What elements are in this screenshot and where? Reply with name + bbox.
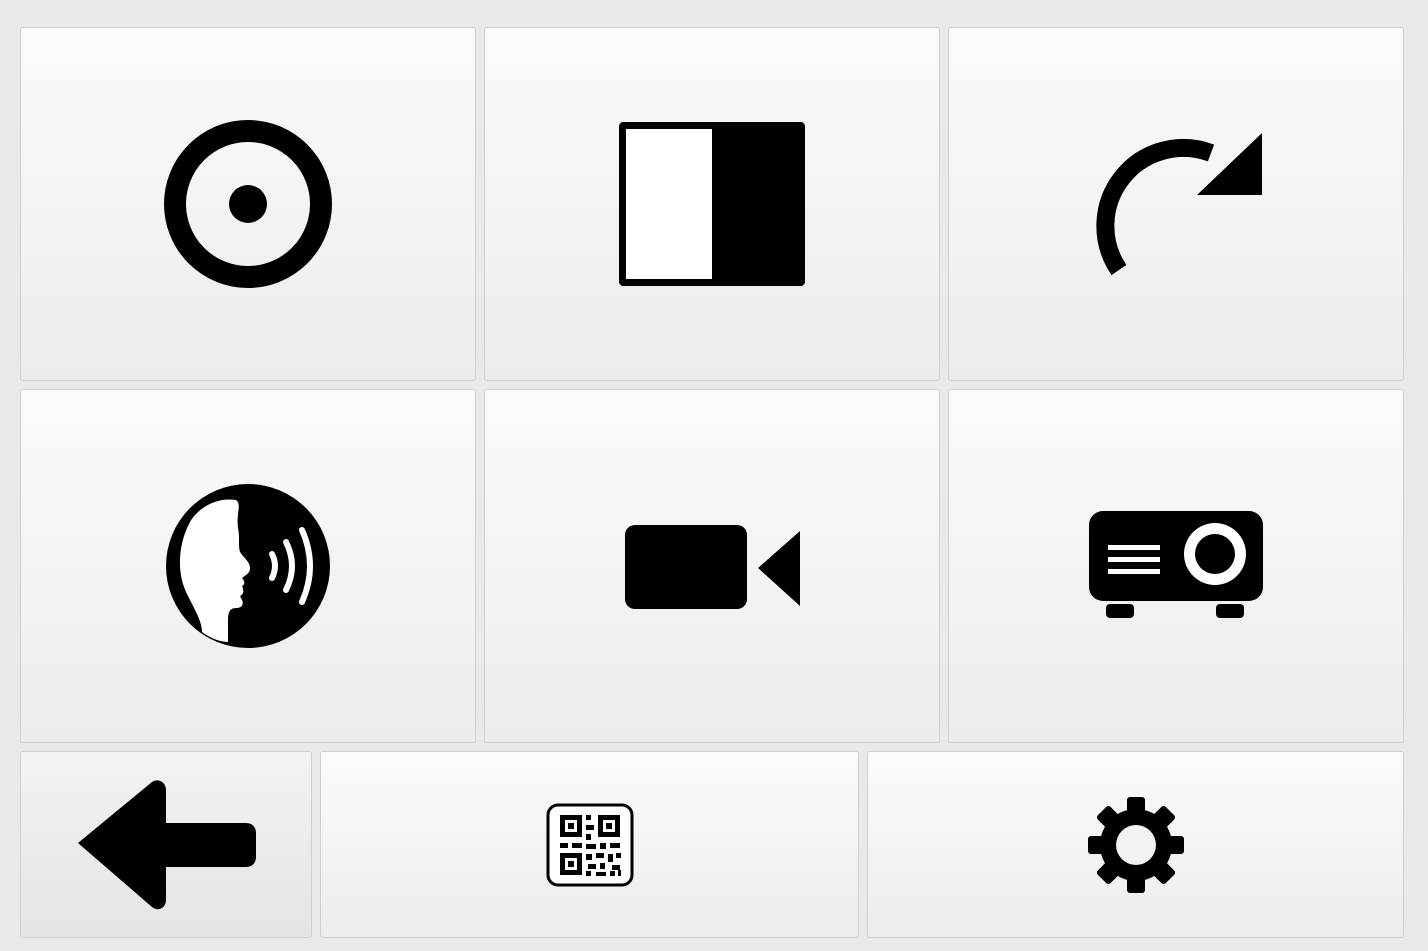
- qr-code-button[interactable]: [320, 751, 859, 938]
- projector-button[interactable]: [948, 389, 1404, 743]
- contrast-icon: [619, 122, 805, 286]
- arrow-left-icon: [78, 779, 256, 909]
- target-button[interactable]: [20, 27, 476, 381]
- qr-code-icon: [546, 803, 633, 886]
- gear-icon: [1087, 796, 1184, 893]
- rotate-button[interactable]: [948, 27, 1404, 381]
- speech-button[interactable]: [20, 389, 476, 743]
- contrast-button[interactable]: [484, 27, 940, 381]
- video-camera-icon: [625, 525, 800, 609]
- settings-button[interactable]: [867, 751, 1404, 938]
- back-button[interactable]: [20, 751, 312, 938]
- projector-icon: [1089, 511, 1263, 618]
- target-icon: [164, 120, 332, 288]
- speak-icon: [166, 484, 330, 648]
- video-button[interactable]: [484, 389, 940, 743]
- rotate-icon: [1096, 133, 1262, 276]
